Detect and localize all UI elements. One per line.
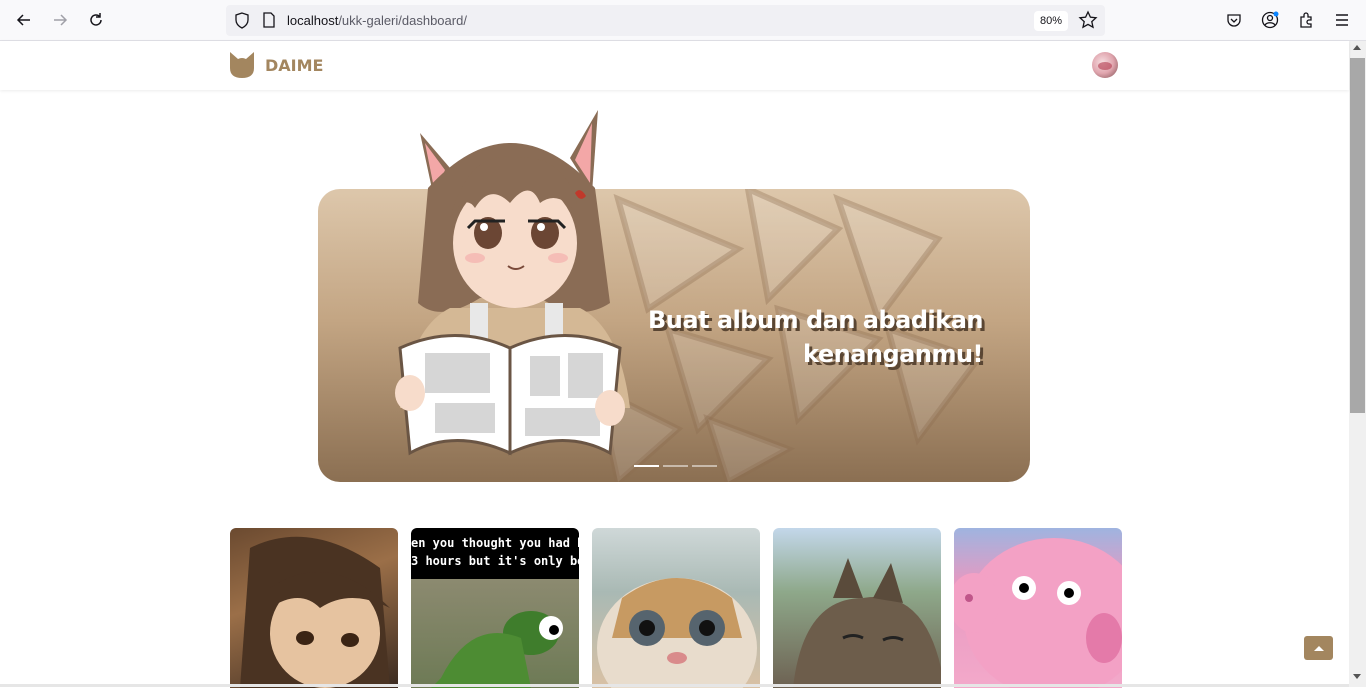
account-button[interactable] [1258, 8, 1282, 32]
brand-logo[interactable]: DAIME [229, 51, 323, 79]
browser-toolbar: localhost/ukk-galeri/dashboard/ 80% [0, 0, 1366, 41]
cat-ears-logo-icon [230, 52, 254, 78]
back-button[interactable] [12, 8, 36, 32]
url-host: localhost [287, 13, 339, 28]
page-icon[interactable] [262, 12, 276, 28]
pocket-icon [1227, 14, 1241, 27]
menu-button[interactable] [1330, 8, 1354, 32]
reload-icon [90, 13, 102, 26]
zoom-indicator[interactable]: 80% [1034, 11, 1068, 31]
hamburger-icon [1336, 14, 1348, 26]
arrow-left-icon [16, 14, 30, 26]
extensions-button[interactable] [1294, 8, 1318, 32]
cat-closeup-image [597, 578, 757, 688]
shield-icon[interactable] [234, 12, 250, 29]
forward-button[interactable] [48, 8, 72, 32]
gallery-card[interactable] [592, 528, 760, 688]
kermit-image [431, 611, 563, 688]
pocket-button[interactable] [1222, 8, 1246, 32]
user-avatar[interactable] [1092, 52, 1118, 78]
gallery-card[interactable] [954, 528, 1122, 688]
peppa-pig-image [954, 538, 1122, 688]
anime-boy-image [240, 536, 390, 688]
reload-button[interactable] [84, 8, 108, 32]
page-scrollbar[interactable] [1349, 41, 1366, 687]
hero-headline: Buat album dan abadikan kenanganmu! [648, 303, 984, 371]
address-bar[interactable]: localhost/ukk-galeri/dashboard/ 80% [226, 5, 1105, 36]
back-to-top-button[interactable] [1304, 636, 1333, 660]
gallery-card[interactable] [230, 528, 398, 688]
brand-name: DAIME [265, 55, 324, 75]
gallery-card[interactable] [773, 528, 941, 688]
carousel-indicators [634, 465, 717, 467]
puzzle-icon [1300, 12, 1312, 28]
scrollbar-thumb[interactable] [1350, 58, 1365, 413]
site-header: DAIME [0, 41, 1349, 90]
arrow-right-icon [54, 14, 68, 26]
carousel-dot-2[interactable] [663, 465, 688, 467]
account-icon [1261, 11, 1279, 29]
url-path: /ukk-galeri/dashboard/ [338, 13, 467, 28]
hero-line-1: Buat album dan abadikan [648, 306, 984, 334]
star-icon[interactable] [1078, 10, 1098, 30]
anime-girl-illustration [395, 110, 630, 456]
photo-gallery: en you thought you had been work 3 hours… [230, 528, 1122, 688]
carousel-dot-3[interactable] [692, 465, 717, 467]
hero-line-2: kenanganmu! [803, 340, 983, 368]
scroll-up-arrow-icon[interactable] [1353, 45, 1361, 50]
gallery-card[interactable]: en you thought you had been work 3 hours… [411, 528, 579, 688]
url-text[interactable]: localhost/ukk-galeri/dashboard/ [287, 13, 467, 28]
scroll-down-arrow-icon[interactable] [1353, 674, 1361, 679]
tabby-cat-image [793, 558, 941, 688]
